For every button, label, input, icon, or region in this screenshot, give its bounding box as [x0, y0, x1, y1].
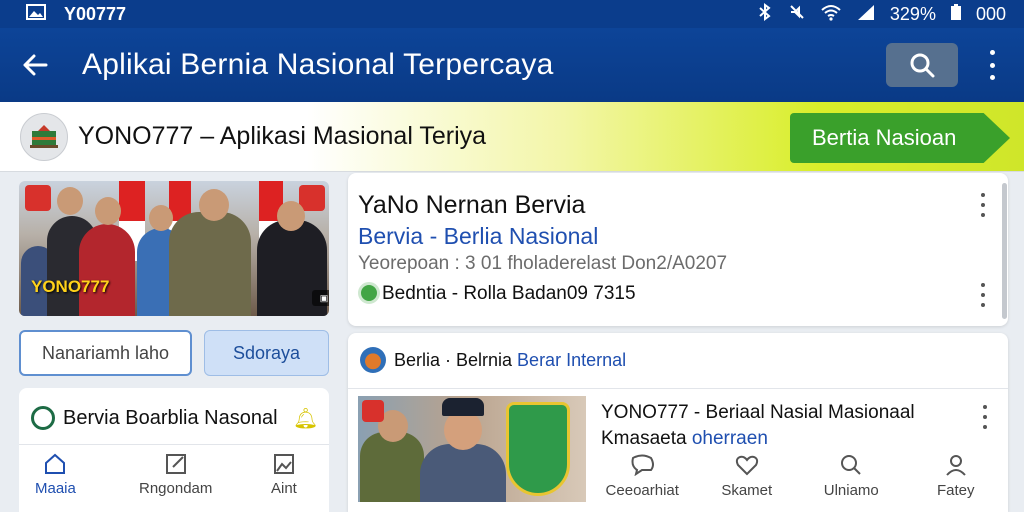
bottom-nav-search[interactable]: Ulniamo — [799, 446, 904, 512]
banner-title: YONO777 – Aplikasi Masional Teriya — [78, 122, 487, 150]
news-item-title[interactable]: YONO777 - Beriaal Nasial Masionaal — [601, 402, 915, 424]
bottom-nav: Ceeoarhiat Skamet Ulniamo Fatey — [590, 446, 1008, 512]
bluetooth-icon — [756, 2, 774, 26]
app-banner: YONO777 – Aplikasi Masional Teriya Berti… — [0, 102, 1024, 172]
bottom-nav-label-search: Ulniamo — [823, 482, 879, 499]
app-bar: Aplikai Bernia Nasional Terpercaya — [0, 28, 1024, 102]
nav-label-image: Aint — [271, 480, 297, 497]
search-icon — [841, 455, 861, 475]
search-icon — [910, 53, 935, 78]
nav-item-edit[interactable]: Rngondam — [139, 452, 212, 497]
home-icon — [45, 453, 66, 474]
bottom-nav-label-profile: Fatey — [936, 482, 975, 499]
berita-nasional-button[interactable]: Bertia Nasioan — [790, 113, 1010, 163]
thumb-shield — [506, 402, 570, 496]
featured-article-card[interactable]: YaNo Nernan Bervia Bervia - Berlia Nasio… — [348, 173, 1008, 326]
thumb-cap-mid — [442, 398, 484, 416]
left-card: Bervia Boarblia Nasonal 🔔︎ Maaia Rngonda… — [19, 388, 329, 512]
thumb-person-mid — [420, 444, 506, 502]
outline-button[interactable]: Nanariamh laho — [19, 330, 192, 376]
news-header-link[interactable]: Berar Internal — [517, 350, 626, 370]
wifi-icon — [820, 3, 842, 26]
bottom-nav-profile[interactable]: Fatey — [904, 446, 1009, 512]
image-icon — [273, 454, 294, 474]
battery-icon — [950, 3, 962, 26]
scrollbar[interactable] — [1002, 183, 1007, 319]
badge-left — [25, 185, 51, 211]
nav-label-edit: Rngondam — [139, 480, 213, 497]
bottom-nav-chat[interactable]: Ceeoarhiat — [590, 446, 695, 512]
thumb-head-mid — [444, 410, 482, 450]
featured-photo[interactable]: YONO777 ▣ — [19, 181, 329, 316]
news-card-header: Berlia · Belrnia Berar Internal — [394, 350, 626, 371]
carrier-text: Y00777 — [64, 3, 127, 24]
gallery-icon — [26, 3, 46, 25]
arrow-left-icon — [23, 54, 48, 76]
mute-icon — [788, 3, 806, 26]
app-logo — [20, 113, 68, 161]
news-menu-button[interactable] — [981, 405, 989, 429]
bottom-nav-label-favorites: Skamet — [721, 482, 773, 499]
profile-icon — [946, 455, 966, 476]
nav-item-home[interactable]: Maaia — [35, 452, 76, 497]
chat-icon — [631, 454, 655, 476]
head-5 — [199, 189, 229, 221]
refresh-icon — [31, 406, 55, 430]
nav-label-home: Maaia — [35, 480, 76, 497]
source-icon — [358, 282, 380, 304]
article-headline: YaNo Nernan Bervia — [358, 191, 586, 219]
divider — [348, 388, 1008, 389]
article-subheadline[interactable]: Bervia - Berlia Nasional — [358, 223, 598, 250]
back-button[interactable] — [0, 28, 70, 102]
thumb-redtag — [362, 400, 384, 422]
thumb-person-left — [360, 432, 424, 502]
filled-button[interactable]: Sdoraya — [204, 330, 329, 376]
article-menu-button-top[interactable] — [979, 193, 987, 217]
status-bar: Y00777 329% 000 — [0, 0, 1024, 28]
heart-icon — [735, 455, 758, 476]
nav-item-image[interactable]: Aint — [271, 452, 297, 497]
article-menu-button-bottom[interactable] — [979, 283, 987, 307]
head-3 — [95, 197, 121, 225]
search-button[interactable] — [886, 43, 958, 87]
article-source: Bedntia - Rolla Badan09 7315 — [382, 283, 636, 304]
person-3 — [79, 224, 135, 316]
status-extra: 000 — [975, 3, 1006, 24]
head-2 — [57, 187, 83, 215]
gallery-count-icon: ▣ — [312, 290, 329, 306]
head-4 — [149, 205, 173, 231]
edit-icon — [165, 454, 186, 474]
bottom-nav-favorites[interactable]: Skamet — [695, 446, 800, 512]
news-source-icon — [360, 347, 386, 373]
signal-icon — [856, 3, 876, 26]
battery-text: 329% — [889, 3, 936, 24]
head-6 — [277, 201, 305, 231]
overflow-menu-button[interactable] — [980, 50, 1004, 80]
photo-watermark: YONO777 — [31, 277, 110, 296]
divider — [19, 444, 329, 445]
news-thumbnail[interactable] — [358, 396, 586, 502]
person-5 — [169, 212, 251, 316]
news-header-prefix: Berlia · Belrnia — [394, 350, 518, 370]
bottom-nav-label-chat: Ceeoarhiat — [605, 482, 679, 499]
bell-icon[interactable]: 🔔︎ — [293, 406, 318, 431]
article-meta: Yeorepoan : 3 01 fholaderelast Don2/A020… — [358, 253, 728, 274]
page-title: Aplikai Bernia Nasional Terpercaya — [82, 48, 554, 81]
left-card-title: Bervia Boarblia Nasonal — [63, 407, 278, 429]
